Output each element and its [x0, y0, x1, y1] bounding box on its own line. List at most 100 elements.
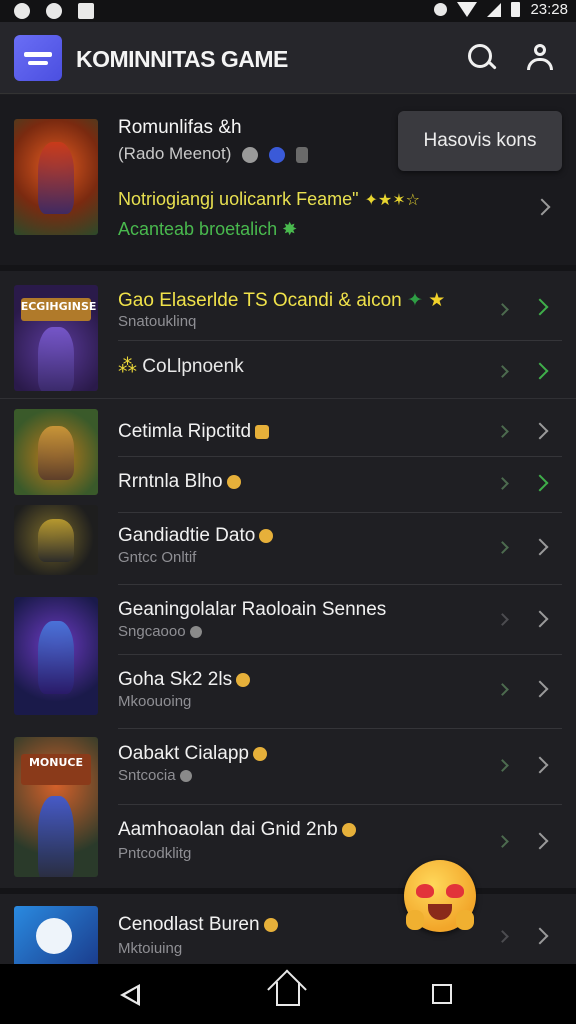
list-item-title-text: Aamhoaolan dai Gnid 2nb — [118, 819, 338, 840]
chevron-right-icon[interactable] — [531, 362, 549, 380]
list-item-subtitle: Gntcc Onltif — [118, 549, 197, 566]
list-item[interactable]: Gandiadtie Dato Gntcc Onltif — [118, 513, 562, 585]
featured-notice-text: Notriogiangj uolicanrk Feame" — [118, 189, 359, 209]
badge-icon — [268, 146, 285, 163]
tooltip-popup[interactable]: Hasovis kons — [398, 111, 562, 171]
list-item[interactable]: Cetimla Ripctitd — [118, 401, 562, 457]
list-item-title: Cenodlast Buren — [118, 914, 278, 936]
list-item-subtitle-text: Sngcaooo — [118, 623, 186, 640]
sparkle-icon: ⁂ — [118, 355, 137, 377]
chevron-right-icon — [496, 303, 509, 316]
status-time: 23:28 — [530, 1, 568, 18]
list-item[interactable]: Oabakt Cialapp Sntcocia — [118, 729, 562, 805]
app-logo-icon[interactable] — [14, 35, 62, 81]
list-item-title-text: Goha Sk2 2ls — [118, 669, 233, 690]
chevron-right-icon[interactable] — [531, 474, 549, 492]
list-item[interactable]: Goha Sk2 2ls Mkoouoing — [118, 655, 562, 729]
list-item-title: Oabakt Cialapp — [118, 743, 267, 765]
emoji-icon — [236, 672, 251, 687]
game-thumbnail — [14, 505, 98, 575]
list-item-title-text: CoLlpnoenk — [142, 356, 244, 377]
featured-card[interactable]: Romunlifas &h (Rado Meenot) Notriogiangj… — [0, 95, 576, 265]
list-item-title-text: Cetimla Ripctitd — [118, 421, 252, 442]
game-thumbnail — [14, 906, 98, 970]
chevron-right-icon — [496, 683, 509, 696]
badge-icon — [295, 146, 308, 163]
home-icon[interactable] — [276, 982, 300, 1006]
profile-icon[interactable] — [524, 42, 556, 74]
signal-icon — [487, 2, 502, 17]
leaf-icon: ✦ — [407, 289, 423, 311]
app-bar: KOMINNITAS GAME — [0, 22, 576, 94]
featured-subtitle: Acanteab broetalich ✸ — [118, 219, 297, 240]
list-item[interactable]: Aamhoaolan dai Gnid 2nb Pntcodklitg — [118, 805, 562, 885]
list-item-subtitle: Sngcaooo — [118, 623, 202, 640]
game-thumbnail — [14, 597, 98, 715]
chevron-right-icon[interactable] — [531, 610, 549, 628]
recent-apps-icon[interactable] — [432, 984, 452, 1004]
list-item-title-text: Cenodlast Buren — [118, 914, 260, 935]
emoji-icon — [263, 917, 278, 932]
featured-thumbnail — [14, 119, 98, 235]
back-icon[interactable] — [120, 984, 140, 1006]
search-icon[interactable] — [466, 42, 498, 74]
image-icon — [78, 3, 94, 19]
list-item-subtitle: Sntcocia — [118, 767, 192, 784]
chevron-right-icon[interactable] — [531, 756, 549, 774]
chevron-right-icon[interactable] — [533, 198, 551, 216]
stars-icon: ✦★✶☆ — [364, 190, 421, 209]
wifi-icon — [457, 2, 478, 17]
list-item-title: Aamhoaolan dai Gnid 2nb — [118, 819, 356, 841]
chevron-right-icon — [496, 365, 509, 378]
chevron-right-icon — [496, 541, 509, 554]
chevron-right-icon — [496, 835, 509, 848]
list-item-title: Gandiadtie Dato — [118, 525, 274, 547]
emoji-icon — [259, 528, 274, 543]
emoji-icon — [179, 770, 192, 783]
list-item-title: Gao Elaserlde TS Ocandi & aicon ✦ ★ — [118, 289, 445, 312]
list-item[interactable]: Geaningolalar Raoloain Sennes Sngcaooo — [118, 585, 562, 655]
hugging-face-emoji-icon[interactable] — [404, 860, 476, 932]
thumbnail-banner: ECGIHGINSE — [20, 297, 96, 322]
status-bar: 23:28 — [0, 0, 576, 22]
game-thumbnail: ECGIHGINSE — [14, 285, 98, 391]
emoji-icon — [341, 822, 356, 837]
chevron-right-icon[interactable] — [531, 422, 549, 440]
list-item-title: Goha Sk2 2ls — [118, 669, 251, 691]
featured-meta-text: (Rado Meenot) — [118, 144, 232, 163]
badge-icon — [242, 146, 259, 163]
status-system: 23:28 — [434, 1, 568, 18]
list-item-title-text: Oabakt Cialapp — [118, 743, 249, 764]
chevron-right-icon — [496, 425, 509, 438]
chevron-right-icon[interactable] — [531, 927, 549, 945]
list-item[interactable]: Cenodlast Buren Mktoiuing — [118, 894, 562, 970]
list-item[interactable]: Rrntnla Blho — [118, 457, 562, 513]
app-title: KOMINNITAS GAME — [76, 46, 288, 72]
emoji-icon — [189, 626, 202, 639]
emoji-icon — [226, 474, 241, 489]
list-item-subtitle: Pntcodklitg — [118, 845, 192, 862]
list-item[interactable]: Gao Elaserlde TS Ocandi & aicon ✦ ★ Snat… — [118, 271, 562, 341]
alarm-icon — [434, 3, 448, 16]
status-notifications — [14, 3, 94, 19]
list-item-title: Geaningolalar Raoloain Sennes — [118, 599, 387, 620]
list-item-subtitle: Snatouklinq — [118, 313, 197, 330]
thumbnail-banner: MONUCE — [20, 753, 92, 785]
section-three: Cenodlast Buren Mktoiuing — [0, 888, 576, 970]
section-two: MONUCE Cetimla Ripctitd Rrntnla Blho Gan… — [0, 398, 576, 890]
list-item-title: Cetimla Ripctitd — [118, 421, 270, 443]
chevron-right-icon[interactable] — [531, 298, 549, 316]
chevron-right-icon[interactable] — [531, 680, 549, 698]
star-icon: ★ — [428, 289, 446, 311]
chevron-right-icon[interactable] — [531, 832, 549, 850]
emoji-icon — [252, 746, 267, 761]
chevron-right-icon[interactable] — [531, 538, 549, 556]
list-item-subtitle: Mkoouoing — [118, 693, 192, 710]
chevron-right-icon — [496, 613, 509, 626]
featured-notice: Notriogiangj uolicanrk Feame" ✦★✶☆ — [118, 189, 518, 210]
chevron-right-icon — [496, 930, 509, 943]
list-item-subtitle-text: Sntcocia — [118, 767, 176, 784]
emoji-icon — [255, 424, 270, 439]
list-item-subtitle: Mktoiuing — [118, 940, 183, 957]
clock-icon — [46, 3, 62, 19]
